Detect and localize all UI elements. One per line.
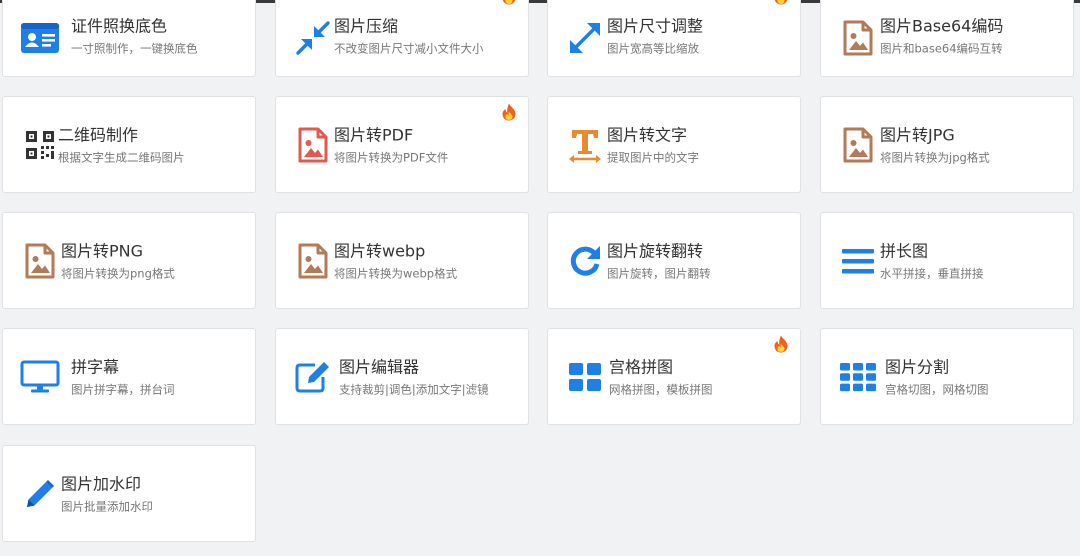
grid-3x3-icon xyxy=(838,357,878,397)
tool-card-text: 宫格拼图网格拼图，模板拼图 xyxy=(609,356,713,397)
tool-description: 将图片转换为PDF文件 xyxy=(334,150,449,164)
tool-card[interactable]: 图片转webp 将图片转换为webp格式 xyxy=(275,212,529,309)
tool-card-text: 图片Base64编码图片和base64编码互转 xyxy=(880,16,1003,57)
tool-description: 提取图片中的文字 xyxy=(607,150,699,164)
image-file-icon xyxy=(20,241,60,281)
image-file-icon xyxy=(838,125,878,165)
tool-card-text: 图片加水印图片批量添加水印 xyxy=(61,473,153,514)
tool-title: 拼字幕 xyxy=(71,357,120,376)
tool-card[interactable]: 图片转PDF 将图片转换为PDF文件 xyxy=(275,96,529,193)
tool-description: 支持裁剪|调色|添加文字|滤镜 xyxy=(339,382,489,396)
tool-description: 图片和base64编码互转 xyxy=(880,41,1003,56)
tool-card[interactable]: 图片加水印图片批量添加水印 xyxy=(2,445,256,542)
tool-card[interactable]: 图片分割宫格切图，网格切图 xyxy=(820,328,1074,425)
image-file-icon xyxy=(293,241,333,281)
tool-card[interactable]: 拼字幕图片拼字幕，拼台词 xyxy=(2,328,256,425)
tool-card[interactable]: 图片Base64编码图片和base64编码互转 xyxy=(820,0,1074,77)
tool-description: 将图片转换为webp格式 xyxy=(334,266,458,280)
expand-arrows-icon xyxy=(565,18,605,58)
tool-card-text: 图片转PDF 将图片转换为PDF文件 xyxy=(334,124,448,165)
qrcode-icon xyxy=(20,125,60,165)
tool-title: 图片编辑器 xyxy=(339,357,420,376)
tool-card[interactable]: 图片尺寸调整图片宽高等比缩放 xyxy=(547,0,801,77)
tool-title: 宫格拼图 xyxy=(609,357,674,376)
tool-description: 宫格切图，网格切图 xyxy=(885,382,989,396)
tool-title: 图片加水印 xyxy=(61,474,142,493)
tool-card-text: 图片旋转翻转图片旋转，图片翻转 xyxy=(607,240,711,281)
tool-description: 图片宽高等比缩放 xyxy=(607,41,699,56)
hot-fire-icon xyxy=(773,335,789,357)
hot-fire-icon xyxy=(501,0,517,9)
tool-card-text: 图片分割宫格切图，网格切图 xyxy=(885,356,989,397)
edit-icon xyxy=(293,357,333,397)
tool-description: 图片批量添加水印 xyxy=(61,499,153,513)
tool-card[interactable]: 图片转PNG 将图片转换为png格式 xyxy=(2,212,256,309)
tool-description: 将图片转换为png格式 xyxy=(61,266,175,280)
text-size-icon xyxy=(565,125,605,165)
tool-title: 图片分割 xyxy=(885,357,950,376)
image-file-icon xyxy=(838,18,878,58)
tool-title: 图片尺寸调整 xyxy=(607,16,704,36)
hot-fire-icon xyxy=(773,0,789,9)
tool-card[interactable]: 拼长图水平拼接，垂直拼接 xyxy=(820,212,1074,309)
tool-card[interactable]: 图片转JPG 将图片转换为jpg格式 xyxy=(820,96,1074,193)
tool-card[interactable]: 证件照换底色一寸照制作，一键换底色 xyxy=(2,0,256,77)
grid-2x2-icon xyxy=(565,357,605,397)
tool-title: 图片转webp xyxy=(334,241,426,260)
tool-description: 根据文字生成二维码图片 xyxy=(58,150,185,164)
tool-description: 图片旋转，图片翻转 xyxy=(607,266,711,280)
tool-title: 证件照换底色 xyxy=(71,16,168,36)
tool-card[interactable]: 图片压缩不改变图片尺寸减小文件大小 xyxy=(275,0,529,77)
tool-description: 网格拼图，模板拼图 xyxy=(609,382,713,396)
pencil-icon xyxy=(20,474,60,514)
tool-card-text: 二维码制作根据文字生成二维码图片 xyxy=(58,124,185,165)
tool-card-text: 图片尺寸调整图片宽高等比缩放 xyxy=(607,16,703,57)
tool-card[interactable]: 宫格拼图网格拼图，模板拼图 xyxy=(547,328,801,425)
tool-card-text: 拼字幕图片拼字幕，拼台词 xyxy=(71,356,175,397)
rotate-icon xyxy=(565,241,605,281)
tool-description: 不改变图片尺寸减小文件大小 xyxy=(334,41,484,56)
tool-title: 图片转JPG xyxy=(880,125,955,144)
monitor-icon xyxy=(20,357,60,397)
tool-card-text: 图片转JPG 将图片转换为jpg格式 xyxy=(880,124,990,165)
tool-description: 将图片转换为jpg格式 xyxy=(880,150,990,164)
tool-title: 图片Base64编码 xyxy=(880,16,1004,36)
tool-title: 图片转PNG xyxy=(61,241,144,260)
tool-card[interactable]: 图片旋转翻转图片旋转，图片翻转 xyxy=(547,212,801,309)
id-card-icon xyxy=(20,18,60,58)
tool-description: 水平拼接，垂直拼接 xyxy=(880,266,984,280)
tool-title: 图片转PDF xyxy=(334,125,414,144)
tool-title: 图片压缩 xyxy=(334,16,399,36)
tool-description: 一寸照制作，一键换底色 xyxy=(71,41,198,56)
tool-card-text: 证件照换底色一寸照制作，一键换底色 xyxy=(71,16,198,57)
image-file-red-icon xyxy=(293,125,333,165)
tool-card[interactable]: 二维码制作根据文字生成二维码图片 xyxy=(2,96,256,193)
tool-description: 图片拼字幕，拼台词 xyxy=(71,382,175,396)
tool-card[interactable]: 图片编辑器支持裁剪|调色|添加文字|滤镜 xyxy=(275,328,529,425)
tool-title: 图片转文字 xyxy=(607,125,688,144)
tool-card-text: 图片压缩不改变图片尺寸减小文件大小 xyxy=(334,16,484,57)
tool-title: 二维码制作 xyxy=(58,125,139,144)
compress-arrows-icon xyxy=(293,18,333,58)
tool-card[interactable]: 图片转文字提取图片中的文字 xyxy=(547,96,801,193)
tool-card-text: 图片编辑器支持裁剪|调色|添加文字|滤镜 xyxy=(339,356,489,397)
bars-icon xyxy=(838,241,878,281)
tool-title: 拼长图 xyxy=(880,241,929,260)
tool-card-text: 拼长图水平拼接，垂直拼接 xyxy=(880,240,984,281)
tool-card-text: 图片转webp 将图片转换为webp格式 xyxy=(334,240,457,281)
tool-card-text: 图片转PNG 将图片转换为png格式 xyxy=(61,240,175,281)
tool-card-text: 图片转文字提取图片中的文字 xyxy=(607,124,699,165)
hot-fire-icon xyxy=(501,103,517,125)
tool-title: 图片旋转翻转 xyxy=(607,241,704,260)
